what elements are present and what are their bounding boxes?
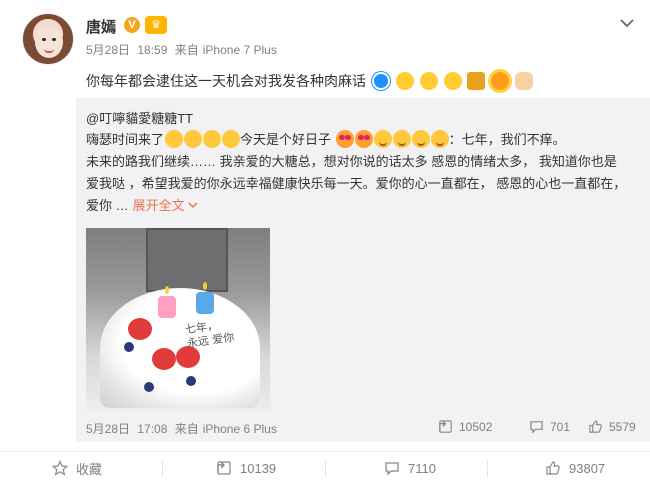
repost-count: 10139 [240, 460, 277, 476]
like-count: 93807 [569, 460, 606, 476]
author-avatar[interactable] [22, 13, 74, 65]
retweet-like-count: 5579 [609, 419, 636, 434]
hug-face-icon [222, 130, 241, 148]
retweet-line-3: 爱我哒 ，希望我爱的你永远幸福健康快乐每一天。爱你的心一直都在， 感恩的心也一直… [86, 176, 627, 191]
photo-box-shape [146, 228, 228, 292]
repost-icon [217, 461, 231, 475]
member-crown-icon[interactable]: ♛ [145, 16, 167, 34]
hug-face-icon [203, 130, 222, 148]
retweet-card[interactable]: @叮嚀貓愛糖糖TT 嗨瑟时间来了 今天是个好日子 ：七年，我们不痒。 未来的路我们… [76, 98, 650, 442]
cover-mouth-icon [443, 72, 462, 90]
post-source-device[interactable]: iPhone 7 Plus [203, 43, 277, 57]
chevron-down-icon[interactable] [188, 200, 198, 210]
retweet-line-4: 爱你 … 展开全文 [86, 195, 642, 217]
expand-full-text-link[interactable]: 展开全文 [133, 198, 199, 213]
comment-count: 7110 [408, 460, 436, 476]
like-button[interactable]: 93807 [545, 452, 605, 483]
divider [325, 461, 326, 477]
photo-flame [165, 286, 169, 294]
favorite-label: 收藏 [76, 461, 103, 477]
divider [487, 461, 488, 477]
repost-icon [439, 420, 452, 433]
verified-badge-icon[interactable]: V [124, 17, 140, 33]
photo-flame [203, 282, 207, 290]
star-icon [52, 460, 68, 476]
comment-icon [530, 421, 543, 434]
retweet-line-1a: 嗨瑟时间来了 [86, 132, 165, 147]
thumbs-up-icon [546, 461, 560, 475]
expand-label[interactable]: 展开全文 [133, 198, 185, 213]
retweet-comment-count: 701 [550, 419, 571, 434]
retweet-comment-button[interactable]: 701 [529, 419, 570, 434]
post-source-prefix: 来自 [174, 43, 199, 57]
retweet-repost-button[interactable]: 10502 [438, 419, 492, 434]
post-meta: 5月28日 18:59 来自 iPhone 7 Plus [86, 41, 281, 58]
retweet-line-1c: ：七年，我们不痒。 [448, 132, 566, 147]
retweet-line-1: 嗨瑟时间来了 今天是个好日子 ：七年，我们不痒。 [86, 129, 642, 151]
post-time[interactable]: 18:59 [137, 43, 167, 57]
cake-photo[interactable]: 七年， 永远 爱你 [86, 228, 270, 411]
retweet-source-device[interactable]: iPhone 6 Plus [203, 422, 277, 436]
retweet-line-4-text: 爱你 … [86, 198, 129, 213]
post-date[interactable]: 5月28日 [86, 43, 130, 57]
thumbs-up-icon [589, 420, 602, 433]
photo-blueberry [124, 342, 134, 352]
heart-eyes-icon [354, 130, 373, 148]
avatar-eye-left [42, 38, 46, 41]
chevron-down-icon[interactable] [618, 14, 636, 32]
retweet-like-button[interactable]: 5579 [588, 419, 636, 434]
comment-icon [385, 462, 399, 476]
retweet-source-prefix: 来自 [174, 422, 199, 436]
heart-eyes-icon [335, 130, 354, 148]
avatar-eye-right [52, 38, 56, 41]
victory-hand-icon [515, 72, 534, 90]
smile-face-icon [373, 130, 392, 148]
retweet-line-2: 未来的路我们继续…… 我亲爱的大糖总，想对你说的话太多 感恩的情绪太多， 我知道… [86, 154, 617, 169]
hug-face-icon [184, 130, 203, 148]
photo-strawberry [152, 348, 176, 370]
glasses-icon [419, 72, 438, 90]
beer-icon [467, 72, 486, 90]
post-text: 你每年都会逮住这一天机会对我发各种肉麻话 [86, 73, 366, 89]
hug-face-icon [165, 130, 184, 148]
smile-face-icon [392, 130, 411, 148]
sun-icon [491, 72, 510, 90]
retweet-line-1b: 今天是个好日子 [240, 132, 332, 147]
post-content: 你每年都会逮住这一天机会对我发各种肉麻话 [86, 70, 534, 92]
action-bar: 收藏 10139 7110 93807 [0, 451, 650, 483]
repost-button[interactable]: 10139 [216, 452, 276, 483]
photo-blueberry [186, 376, 196, 386]
retweet-author[interactable]: @叮嚀貓愛糖糖TT [86, 108, 193, 127]
photo-blueberry [144, 382, 154, 392]
retweet-text: 嗨瑟时间来了 今天是个好日子 ：七年，我们不痒。 未来的路我们继续…… 我亲爱的大… [86, 129, 642, 217]
weibo-post: 唐嫣 V ♛ 5月28日 18:59 来自 iPhone 7 Plus 你每年都会… [0, 0, 650, 483]
retweet-time[interactable]: 17:08 [137, 422, 167, 436]
retweet-meta: 5月28日 17:08 来自 iPhone 6 Plus [86, 420, 281, 437]
avatar-face [35, 26, 63, 58]
smile-face-icon [411, 130, 430, 148]
smile-face-icon [430, 130, 449, 148]
retweet-repost-count: 10502 [459, 419, 493, 434]
author-name[interactable]: 唐嫣 [86, 16, 116, 37]
photo-candle-kitty [158, 296, 176, 318]
favorite-button[interactable]: 收藏 [52, 452, 102, 483]
comment-button[interactable]: 7110 [384, 452, 436, 483]
laugh-cry-icon [395, 72, 414, 90]
photo-strawberry [128, 318, 152, 340]
divider [162, 461, 163, 477]
retweet-date[interactable]: 5月28日 [86, 422, 130, 436]
photo-candle-doraemon [196, 292, 214, 314]
doraemon-icon [371, 72, 390, 90]
